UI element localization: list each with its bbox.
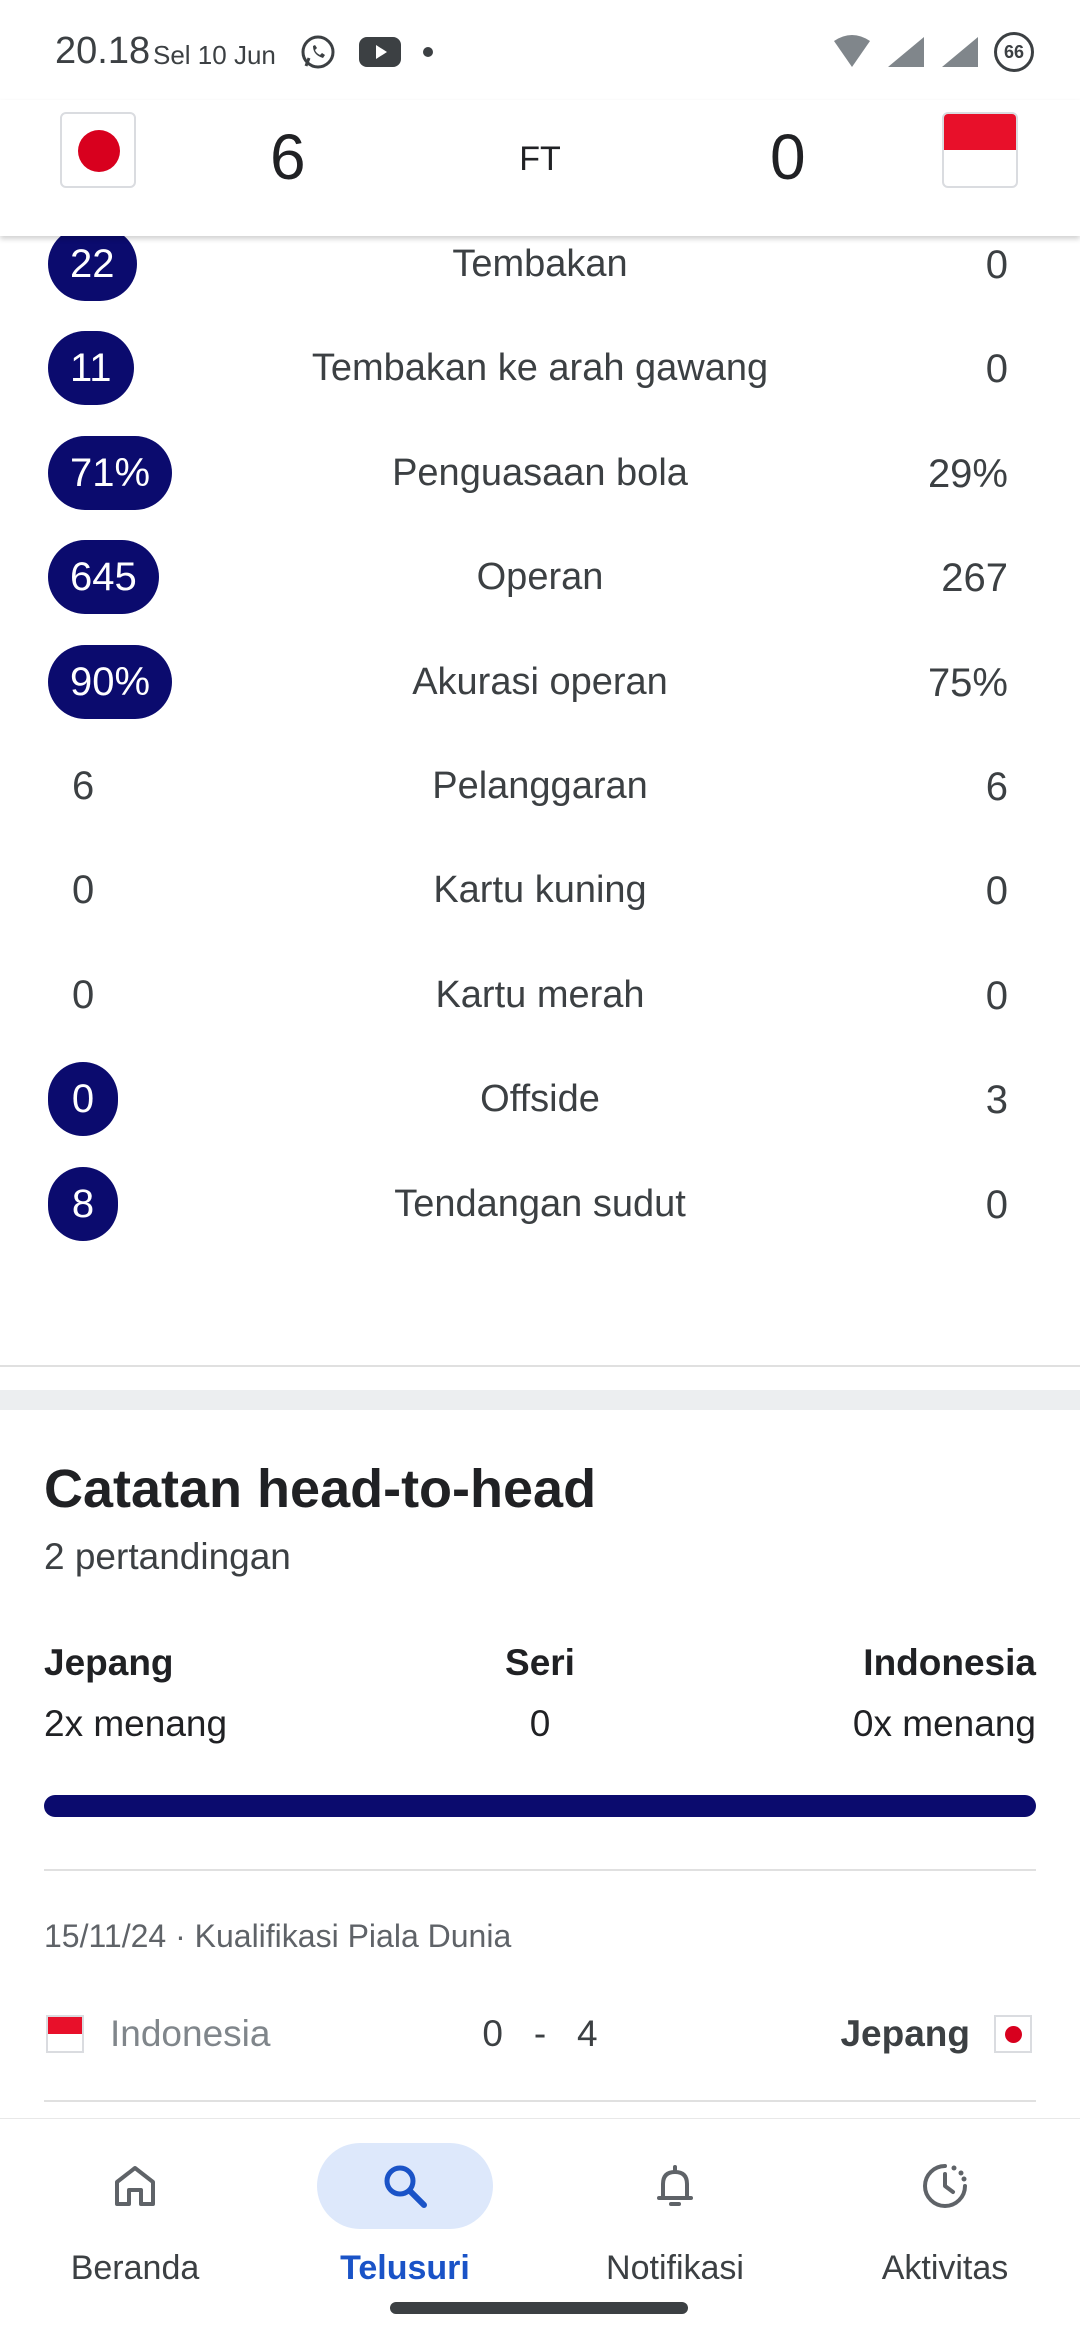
divider	[44, 2100, 1036, 2102]
home-icon	[115, 2166, 155, 2206]
activity-icon	[923, 2164, 967, 2208]
stat-label: Tendangan sudut	[394, 1183, 686, 1225]
signal-icon	[888, 37, 924, 67]
h2h-right-team: Indonesia	[863, 1642, 1036, 1683]
stat-row: 645 Operan 267	[0, 538, 1080, 618]
stat-away-value: 267	[941, 556, 1008, 600]
stat-row: 11 Tembakan ke arah gawang 0	[0, 329, 1080, 409]
stat-away-value: 0	[985, 869, 1008, 913]
stat-away-value: 29%	[927, 452, 1008, 496]
match-away-team: Jepang	[840, 2013, 970, 2054]
stat-label: Offside	[480, 1078, 600, 1120]
stat-row: 6 Pelanggaran 6	[0, 747, 1080, 827]
h2h-title: Catatan head-to-head	[44, 1459, 597, 1519]
divider	[44, 1869, 1036, 1871]
stat-label: Operan	[476, 556, 604, 598]
home-indicator[interactable]	[390, 2302, 688, 2314]
recent-match-row[interactable]: Indonesia 0 - 4 Jepang	[0, 2005, 1080, 2065]
section-divider	[0, 1390, 1080, 1410]
nav-icon-container	[857, 2143, 1033, 2229]
stat-row: 0 Kartu merah 0	[0, 956, 1080, 1036]
nav-label: Aktivitas	[881, 2249, 1009, 2287]
bell-icon	[657, 2165, 693, 2206]
stat-away-value: 0	[985, 1183, 1008, 1227]
wifi-icon	[834, 35, 870, 67]
status-date: Sel 10 Jun	[153, 40, 276, 70]
nav-icon-container	[587, 2143, 763, 2229]
h2h-right-wins: 0x menang	[852, 1703, 1036, 1744]
stat-away-value: 0	[985, 243, 1008, 287]
stat-row: 8 Tendangan sudut 0	[0, 1165, 1080, 1245]
h2h-subtitle: 2 pertandingan	[44, 1536, 291, 1577]
nav-label: Notifikasi	[606, 2249, 744, 2287]
h2h-win-bar	[44, 1795, 1036, 1817]
match-status: FT	[519, 140, 561, 178]
stat-row: 71% Penguasaan bola 29%	[0, 434, 1080, 514]
match-away-score: 4	[577, 2013, 598, 2054]
nav-icon-container	[317, 2143, 493, 2229]
stat-label: Tembakan ke arah gawang	[311, 347, 769, 389]
stat-label: Tembakan	[452, 243, 628, 285]
match-meta: 15/11/24 · Kualifikasi Piala Dunia	[44, 1918, 512, 1954]
nav-aktivitas[interactable]: Aktivitas	[810, 2131, 1080, 2301]
indonesia-flag-icon[interactable]	[942, 112, 1018, 188]
nav-notifikasi[interactable]: Notifikasi	[540, 2131, 810, 2301]
divider	[0, 1365, 1080, 1367]
battery-level: 66	[1003, 41, 1025, 62]
stat-label: Kartu merah	[435, 974, 645, 1016]
status-time: 20.18	[55, 30, 151, 72]
match-home-score: 0	[482, 2013, 503, 2054]
away-score: 0	[770, 121, 806, 193]
nav-label: Telusuri	[340, 2249, 470, 2287]
signal-icon	[942, 37, 978, 67]
system-icons: 66	[832, 32, 1034, 72]
dot-icon	[423, 47, 433, 57]
stat-row: 90% Akurasi operan 75%	[0, 643, 1080, 723]
score-header: 6 FT 0	[0, 100, 1080, 236]
stat-away-value: 0	[985, 347, 1008, 391]
nav-beranda[interactable]: Beranda	[0, 2131, 270, 2301]
stat-away-value: 0	[985, 974, 1008, 1018]
stat-row: 22 Tembakan 0	[0, 225, 1080, 305]
stat-away-value: 3	[985, 1078, 1008, 1122]
battery-icon: 66	[994, 32, 1034, 72]
stat-label: Penguasaan bola	[392, 452, 688, 494]
notification-icons	[298, 32, 434, 72]
stat-label: Kartu kuning	[433, 869, 647, 911]
stat-away-value: 75%	[927, 661, 1008, 705]
nav-icon-container	[47, 2143, 223, 2229]
whatsapp-icon	[301, 35, 335, 69]
stat-away-value: 6	[985, 765, 1008, 809]
stat-row: 0 Kartu kuning 0	[0, 851, 1080, 931]
stat-label: Pelanggaran	[432, 765, 648, 807]
nav-label: Beranda	[70, 2249, 200, 2287]
stat-label: Akurasi operan	[412, 661, 668, 703]
status-bar: 20.18 Sel 10 Jun 66	[0, 0, 1080, 100]
match-score-separator: -	[533, 2013, 547, 2054]
nav-telusuri[interactable]: Telusuri	[270, 2131, 540, 2301]
youtube-icon	[359, 37, 401, 67]
japan-flag-icon	[994, 2015, 1032, 2053]
stat-row: 0 Offside 3	[0, 1060, 1080, 1140]
search-icon	[384, 2165, 427, 2208]
